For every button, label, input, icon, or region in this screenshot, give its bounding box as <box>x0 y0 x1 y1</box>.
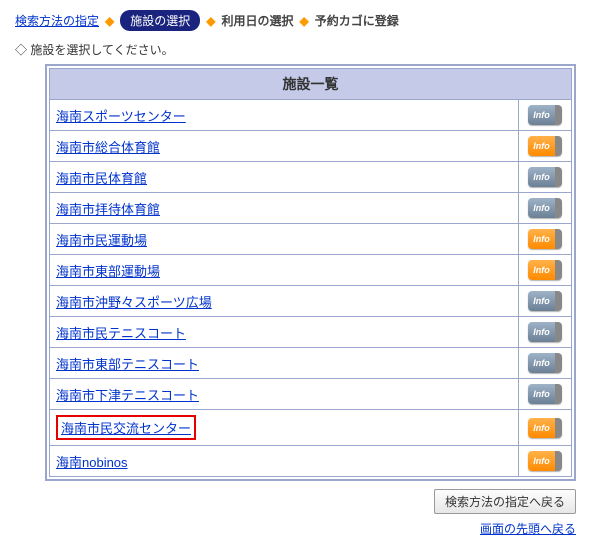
info-icon: Info <box>528 105 555 125</box>
table-row: 海南市総合体育館 Info <box>50 131 572 162</box>
info-cell: Info <box>519 100 572 131</box>
info-button[interactable]: Info <box>528 229 562 249</box>
info-icon: Info <box>528 418 555 438</box>
chevron-right-icon: ◆ <box>300 14 309 28</box>
facility-link[interactable]: 海南市民体育館 <box>56 171 147 186</box>
facility-name-cell: 海南市民交流センター <box>50 410 519 446</box>
info-button[interactable]: Info <box>528 353 562 373</box>
info-icon: Info <box>528 384 555 404</box>
facility-name-cell: 海南市民テニスコート <box>50 317 519 348</box>
breadcrumb: 検索方法の指定 ◆ 施設の選択 ◆ 利用日の選択 ◆ 予約カゴに登録 <box>15 10 586 31</box>
table-row: 海南市民体育館 Info <box>50 162 572 193</box>
info-cell: Info <box>519 162 572 193</box>
facility-link[interactable]: 海南市拝待体育館 <box>56 202 160 217</box>
info-button-tab <box>555 353 562 373</box>
chevron-right-icon: ◆ <box>105 14 114 28</box>
info-button[interactable]: Info <box>528 105 562 125</box>
back-button[interactable]: 検索方法の指定へ戻る <box>434 489 576 514</box>
breadcrumb-step-1[interactable]: 検索方法の指定 <box>15 12 99 29</box>
info-icon: Info <box>528 136 555 156</box>
info-cell: Info <box>519 286 572 317</box>
facility-link[interactable]: 海南市民テニスコート <box>56 326 186 341</box>
table-header: 施設一覧 <box>50 69 572 100</box>
info-cell: Info <box>519 255 572 286</box>
info-cell: Info <box>519 224 572 255</box>
facility-link[interactable]: 海南スポーツセンター <box>56 109 186 124</box>
table-row: 海南市東部テニスコート Info <box>50 348 572 379</box>
info-cell: Info <box>519 379 572 410</box>
info-button-tab <box>555 167 562 187</box>
facility-name-cell: 海南市東部テニスコート <box>50 348 519 379</box>
facility-name-cell: 海南市総合体育館 <box>50 131 519 162</box>
info-button-tab <box>555 384 562 404</box>
info-button-tab <box>555 260 562 280</box>
facility-link[interactable]: 海南市沖野々スポーツ広場 <box>56 295 212 310</box>
facility-name-cell: 海南市下津テニスコート <box>50 379 519 410</box>
facility-name-cell: 海南スポーツセンター <box>50 100 519 131</box>
breadcrumb-step-3: 利用日の選択 <box>222 12 294 29</box>
info-cell: Info <box>519 410 572 446</box>
info-cell: Info <box>519 131 572 162</box>
table-row: 海南市下津テニスコート Info <box>50 379 572 410</box>
table-row: 海南nobinos Info <box>50 446 572 477</box>
info-button[interactable]: Info <box>528 136 562 156</box>
info-button-tab <box>555 418 562 438</box>
facility-name-cell: 海南市民運動場 <box>50 224 519 255</box>
table-row: 海南市民テニスコート Info <box>50 317 572 348</box>
info-cell: Info <box>519 317 572 348</box>
table-row: 海南市沖野々スポーツ広場 Info <box>50 286 572 317</box>
info-button[interactable]: Info <box>528 384 562 404</box>
info-cell: Info <box>519 348 572 379</box>
facility-name-cell: 海南市東部運動場 <box>50 255 519 286</box>
instruction-text: ◇ 施設を選択してください。 <box>15 41 586 58</box>
info-button-tab <box>555 229 562 249</box>
breadcrumb-step-4: 予約カゴに登録 <box>315 12 399 29</box>
info-button-tab <box>555 291 562 311</box>
info-icon: Info <box>528 229 555 249</box>
page-top-link[interactable]: 画面の先頭へ戻る <box>480 522 576 536</box>
info-button-tab <box>555 136 562 156</box>
facility-table-container: 施設一覧 海南スポーツセンター Info 海南市総合体育館 Info 海南市民体育館 In… <box>45 64 576 481</box>
table-row: 海南市民交流センター Info <box>50 410 572 446</box>
facility-name-cell: 海南市拝待体育館 <box>50 193 519 224</box>
table-row: 海南市拝待体育館 Info <box>50 193 572 224</box>
info-button[interactable]: Info <box>528 322 562 342</box>
facility-link[interactable]: 海南市東部テニスコート <box>56 357 199 372</box>
facility-link[interactable]: 海南市総合体育館 <box>56 140 160 155</box>
info-icon: Info <box>528 353 555 373</box>
info-cell: Info <box>519 446 572 477</box>
facility-link[interactable]: 海南nobinos <box>56 455 128 470</box>
facility-name-cell: 海南市民体育館 <box>50 162 519 193</box>
facility-link[interactable]: 海南市東部運動場 <box>56 264 160 279</box>
breadcrumb-step-2-current: 施設の選択 <box>120 10 200 31</box>
info-icon: Info <box>528 198 555 218</box>
info-button[interactable]: Info <box>528 418 562 438</box>
facility-name-cell: 海南nobinos <box>50 446 519 477</box>
table-row: 海南市東部運動場 Info <box>50 255 572 286</box>
info-button-tab <box>555 198 562 218</box>
facility-link[interactable]: 海南市民交流センター <box>61 421 191 436</box>
info-button-tab <box>555 451 562 471</box>
info-button-tab <box>555 322 562 342</box>
info-button-tab <box>555 105 562 125</box>
table-row: 海南市民運動場 Info <box>50 224 572 255</box>
facility-link[interactable]: 海南市民運動場 <box>56 233 147 248</box>
info-button[interactable]: Info <box>528 291 562 311</box>
info-cell: Info <box>519 193 572 224</box>
info-button[interactable]: Info <box>528 167 562 187</box>
table-row: 海南スポーツセンター Info <box>50 100 572 131</box>
info-button[interactable]: Info <box>528 198 562 218</box>
info-icon: Info <box>528 291 555 311</box>
highlight-box: 海南市民交流センター <box>56 415 196 440</box>
facility-name-cell: 海南市沖野々スポーツ広場 <box>50 286 519 317</box>
info-icon: Info <box>528 167 555 187</box>
chevron-right-icon: ◆ <box>206 14 215 28</box>
info-icon: Info <box>528 322 555 342</box>
info-button[interactable]: Info <box>528 451 562 471</box>
info-button[interactable]: Info <box>528 260 562 280</box>
info-icon: Info <box>528 260 555 280</box>
info-icon: Info <box>528 451 555 471</box>
facility-link[interactable]: 海南市下津テニスコート <box>56 388 199 403</box>
